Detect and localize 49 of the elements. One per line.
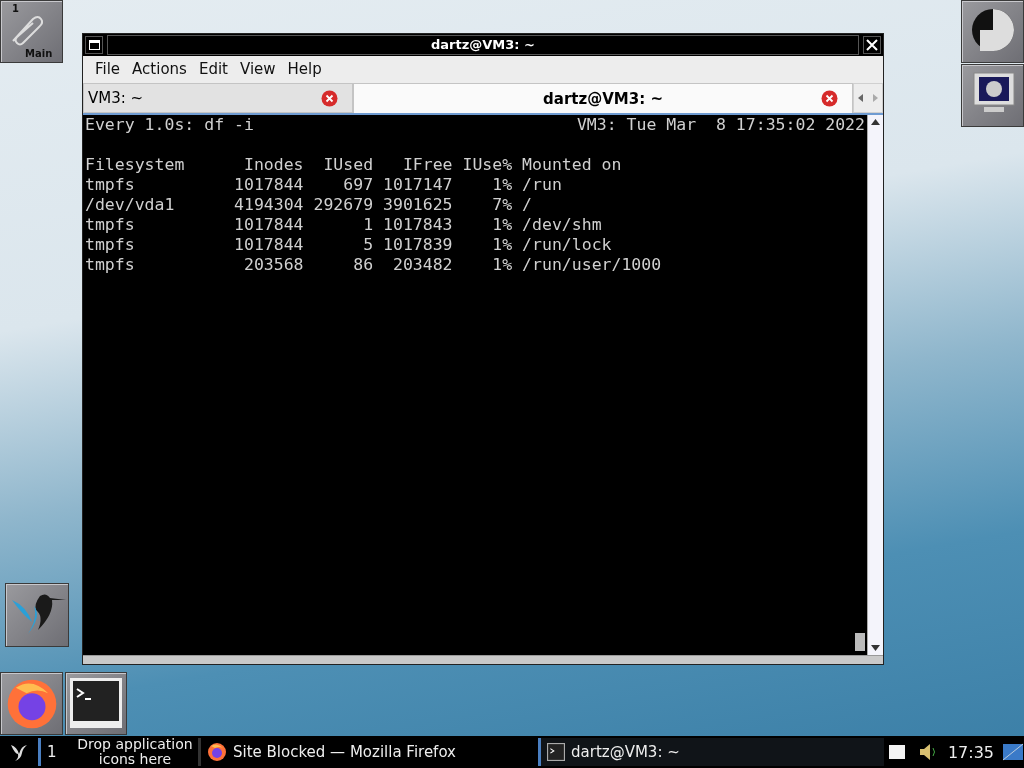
window-title: dartz@VM3: ~ [107, 35, 859, 55]
window-menu-button[interactable] [85, 36, 103, 54]
menu-item[interactable]: View [233, 59, 282, 78]
window-icon [88, 40, 100, 50]
workspace-tile[interactable]: 1 Main [0, 0, 63, 63]
dock-tile[interactable] [961, 0, 1024, 63]
network-icon[interactable] [1002, 743, 1024, 761]
horizontal-scrollbar[interactable] [83, 655, 883, 664]
monitor-icon [972, 71, 1016, 115]
firefox-icon [5, 677, 59, 731]
terminal-line: tmpfs 1017844 697 1017147 1% /run [85, 175, 562, 194]
close-button[interactable] [863, 36, 881, 54]
scroll-left-icon[interactable] [858, 94, 864, 102]
terminal-icon [69, 677, 123, 729]
workspace-label: Main [25, 48, 53, 59]
firefox-icon [207, 742, 227, 762]
dock-tile[interactable] [65, 672, 127, 735]
terminal-line: /dev/vda1 4194304 292679 3901625 7% / [85, 195, 533, 214]
menu-item[interactable]: Actions [126, 59, 193, 78]
menu-item[interactable]: Edit [192, 59, 234, 78]
terminal-tab[interactable]: VM3: ~ [83, 83, 353, 113]
paperclip-icon [9, 13, 43, 47]
terminal-line: tmpfs 1017844 5 1017839 1% /run/lock [85, 235, 612, 254]
drop-hint: Drop application icons here [76, 737, 194, 767]
dock-tile[interactable] [5, 583, 69, 647]
terminal-line: Filesystem Inodes IUsed IFree IUse% Mounted on [85, 155, 622, 174]
menu-item[interactable]: File [89, 59, 127, 78]
tab-label: VM3: ~ [88, 89, 144, 107]
terminal-line: tmpfs 203568 86 203482 1% /run/user/1000 [85, 255, 662, 274]
terminal-line: VM3: Tue Mar 8 17:35:02 2022 [576, 115, 865, 135]
dock-tile[interactable] [0, 672, 63, 735]
scroll-thumb[interactable] [855, 633, 865, 651]
task-button[interactable]: dartz@VM3: ~ [538, 738, 884, 766]
menu-item[interactable]: Help [281, 59, 328, 78]
scrollbar[interactable] [867, 115, 883, 655]
disc-icon [970, 7, 1016, 53]
clipboard-icon[interactable] [887, 744, 906, 760]
terminal-line: tmpfs 1017844 1 1017843 1% /dev/shm [85, 215, 602, 234]
terminal-line: Every 1.0s: df -i [85, 115, 254, 135]
terminal-tab[interactable]: dartz@VM3: ~ [353, 83, 853, 113]
close-icon[interactable] [821, 90, 838, 107]
tab-label: dartz@VM3: ~ [543, 89, 663, 108]
close-icon[interactable] [321, 90, 338, 107]
scroll-down-icon[interactable] [871, 645, 880, 651]
terminal-icon [547, 743, 565, 761]
dock-tile[interactable] [961, 64, 1024, 127]
workspace-number: 1 [12, 3, 19, 14]
scroll-up-icon[interactable] [871, 119, 880, 125]
clock: 17:35 [947, 742, 994, 762]
